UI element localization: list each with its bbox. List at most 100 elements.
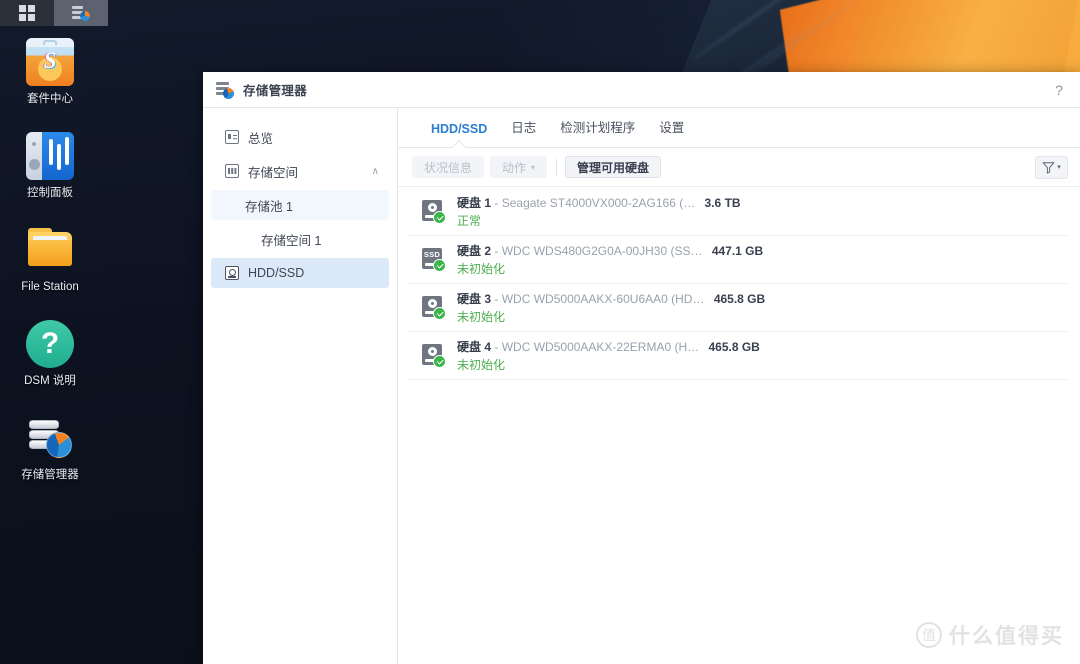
disk-info: 硬盘 3 - WDC WD5000AAKX-60U6AA0 (HD… 465.8… xyxy=(457,291,765,325)
sidebar-item-label: 存储池 1 xyxy=(245,199,293,214)
action-button-label: 动作 xyxy=(502,160,527,175)
disk-size: 3.6 TB xyxy=(704,195,741,210)
disk-size: 465.8 GB xyxy=(713,291,766,306)
disk-title-line: 硬盘 4 - WDC WD5000AAKX-22ERMA0 (H… 465.8 … xyxy=(457,339,760,355)
disk-label: 硬盘 xyxy=(457,195,482,210)
table-row[interactable]: 硬盘 1 - Seagate ST4000VX000-2AG166 (… 3.6… xyxy=(408,188,1068,236)
health-info-button[interactable]: 状况信息 xyxy=(412,156,485,178)
hdd-icon xyxy=(225,266,239,280)
file-station-icon xyxy=(26,226,74,274)
taskbar xyxy=(0,0,1080,26)
window-body: 总览 存储空间 ∧ 存储池 1 存储空间 1 HDD/SSD HDD/SSD 日… xyxy=(203,108,1080,664)
tab-log[interactable]: 日志 xyxy=(499,117,548,147)
sidebar-item-storage-pool-1[interactable]: 存储池 1 xyxy=(211,190,389,220)
desktop-icon-label: 控制面板 xyxy=(27,187,73,199)
toolbar-divider xyxy=(556,158,558,176)
chevron-down-icon: ▾ xyxy=(531,162,536,172)
window-titlebar[interactable]: 存储管理器 ? xyxy=(203,72,1080,108)
window-title: 存储管理器 xyxy=(243,84,308,98)
status-badge: 未初始化 xyxy=(457,261,506,276)
desktop-icon-label: 存储管理器 xyxy=(21,469,79,481)
main-content: HDD/SSD 日志 检测计划程序 设置 状况信息 动作 ▾ 管理可用硬盘 ▾ … xyxy=(398,108,1080,664)
disk-number: 2 xyxy=(484,243,492,258)
tab-hdd-ssd[interactable]: HDD/SSD xyxy=(419,122,499,147)
disk-title-line: 硬盘 1 - Seagate ST4000VX000-2AG166 (… 3.6… xyxy=(457,195,741,211)
disk-separator: - xyxy=(494,195,499,210)
dsm-help-icon: ? xyxy=(26,320,74,368)
status-ok-badge xyxy=(433,306,446,320)
sidebar-item-overview[interactable]: 总览 xyxy=(211,122,389,152)
desktop-icon-storage-manager[interactable]: 存储管理器 xyxy=(0,414,100,482)
disk-list: 硬盘 1 - Seagate ST4000VX000-2AG166 (… 3.6… xyxy=(398,187,1080,664)
status-badge: 未初始化 xyxy=(457,357,506,372)
hdd-icon xyxy=(420,295,446,321)
toolbar: 状况信息 动作 ▾ 管理可用硬盘 ▾ xyxy=(398,148,1080,187)
sidebar-item-label: 存储空间 xyxy=(248,165,299,180)
table-row[interactable]: SSD 硬盘 2 - WDC WDS480G2G0A-00JH30 (SS… 4… xyxy=(408,236,1068,284)
chevron-up-icon[interactable]: ∧ xyxy=(372,166,379,177)
help-icon[interactable]: ? xyxy=(1050,82,1068,98)
storage-manager-window: 存储管理器 ? 总览 存储空间 ∧ 存储池 1 存储空间 1 HDD/SSD H… xyxy=(203,72,1080,664)
disk-number: 4 xyxy=(484,339,492,354)
desktop-icon-control-panel[interactable]: 控制面板 xyxy=(0,132,100,200)
volume-icon xyxy=(225,164,239,178)
taskbar-main-menu-button[interactable] xyxy=(0,0,54,26)
action-button[interactable]: 动作 ▾ xyxy=(490,156,548,178)
ssd-icon: SSD xyxy=(420,247,446,273)
disk-model: WDC WD5000AAKX-60U6AA0 (HD… xyxy=(501,291,705,306)
hdd-icon xyxy=(420,343,446,369)
chevron-down-icon: ▾ xyxy=(1057,164,1061,171)
status-ok-badge xyxy=(433,210,446,224)
status-badge: 正常 xyxy=(457,213,482,228)
desktop-icon-list: S 套件中心 控制面板 File Station ? DSM 说明 存储管理器 xyxy=(0,38,100,508)
filter-button[interactable]: ▾ xyxy=(1035,155,1068,179)
disk-title-line: 硬盘 3 - WDC WD5000AAKX-60U6AA0 (HD… 465.8… xyxy=(457,291,765,307)
disk-label: 硬盘 xyxy=(457,243,482,258)
disk-separator: - xyxy=(494,243,499,258)
status-ok-badge xyxy=(433,258,446,272)
storage-manager-icon xyxy=(216,81,234,99)
disk-model: Seagate ST4000VX000-2AG166 (… xyxy=(501,195,696,210)
hdd-icon xyxy=(420,199,446,225)
grid-icon xyxy=(19,5,35,21)
package-center-icon: S xyxy=(26,38,74,86)
tab-settings[interactable]: 设置 xyxy=(647,117,696,147)
disk-number: 3 xyxy=(484,291,492,306)
disk-info: 硬盘 4 - WDC WD5000AAKX-22ERMA0 (H… 465.8 … xyxy=(457,339,760,373)
disk-separator: - xyxy=(494,339,499,354)
status-badge: 未初始化 xyxy=(457,309,506,324)
disk-info: 硬盘 1 - Seagate ST4000VX000-2AG166 (… 3.6… xyxy=(457,195,741,229)
disk-label: 硬盘 xyxy=(457,339,482,354)
disk-size: 465.8 GB xyxy=(708,339,760,354)
storage-manager-icon xyxy=(26,414,74,462)
disk-separator: - xyxy=(494,291,499,306)
desktop-icon-label: DSM 说明 xyxy=(24,375,76,387)
sidebar-item-hdd-ssd[interactable]: HDD/SSD xyxy=(211,258,389,288)
sidebar-item-label: 总览 xyxy=(248,131,274,146)
disk-model: WDC WDS480G2G0A-00JH30 (SS… xyxy=(501,243,703,258)
table-row[interactable]: 硬盘 3 - WDC WD5000AAKX-60U6AA0 (HD… 465.8… xyxy=(408,284,1068,332)
status-ok-badge xyxy=(433,354,446,368)
overview-icon xyxy=(225,130,239,144)
sidebar-item-label: HDD/SSD xyxy=(248,266,305,280)
manage-available-disks-button[interactable]: 管理可用硬盘 xyxy=(565,156,662,178)
table-row[interactable]: 硬盘 4 - WDC WD5000AAKX-22ERMA0 (H… 465.8 … xyxy=(408,332,1068,380)
sidebar-item-label: 存储空间 1 xyxy=(261,233,322,248)
filter-funnel-icon xyxy=(1042,161,1055,174)
sidebar: 总览 存储空间 ∧ 存储池 1 存储空间 1 HDD/SSD xyxy=(203,108,398,664)
desktop-icon-package-center[interactable]: S 套件中心 xyxy=(0,38,100,106)
sidebar-item-volume-1[interactable]: 存储空间 1 xyxy=(211,224,389,254)
desktop-icon-file-station[interactable]: File Station xyxy=(0,226,100,294)
taskbar-storage-manager-button[interactable] xyxy=(54,0,108,26)
disk-info: 硬盘 2 - WDC WDS480G2G0A-00JH30 (SS… 447.1… xyxy=(457,243,763,277)
disk-model: WDC WD5000AAKX-22ERMA0 (H… xyxy=(501,339,700,354)
tab-scheduler[interactable]: 检测计划程序 xyxy=(548,117,647,147)
sidebar-item-volume[interactable]: 存储空间 ∧ xyxy=(211,156,389,186)
disk-number: 1 xyxy=(484,195,492,210)
desktop-icon-dsm-help[interactable]: ? DSM 说明 xyxy=(0,320,100,388)
control-panel-icon xyxy=(26,132,74,180)
disk-size: 447.1 GB xyxy=(711,243,764,258)
disk-title-line: 硬盘 2 - WDC WDS480G2G0A-00JH30 (SS… 447.1… xyxy=(457,243,763,259)
desktop-icon-label: 套件中心 xyxy=(27,93,73,105)
disk-label: 硬盘 xyxy=(457,291,482,306)
